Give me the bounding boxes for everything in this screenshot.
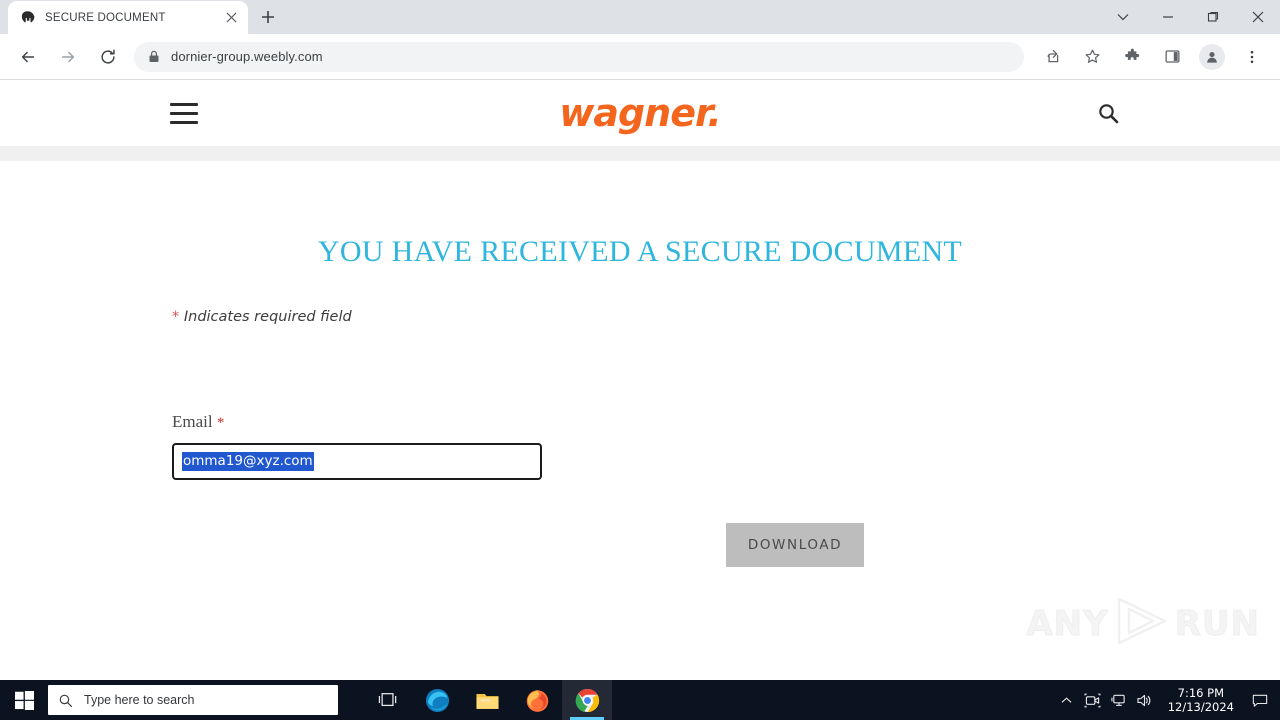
lock-icon: [148, 50, 160, 63]
browser-window: SECURE DOCUMENT dornier-group.weebly.com…: [0, 0, 1280, 680]
forward-button[interactable]: [53, 42, 83, 72]
edge-icon[interactable]: [412, 680, 462, 720]
profile-avatar-icon[interactable]: [1199, 43, 1225, 70]
search-icon: [59, 694, 73, 707]
address-bar[interactable]: dornier-group.weebly.com: [134, 41, 1024, 72]
windows-start-icon[interactable]: [0, 680, 48, 720]
site-header: wagner.: [0, 80, 1280, 146]
page-title: YOU HAVE RECEIVED A SECURE DOCUMENT: [317, 235, 963, 268]
watermark-left-text: ANY: [1026, 603, 1109, 644]
required-note-text: Indicates required field: [179, 309, 352, 325]
email-input-value: omma19@xyz.com: [182, 452, 314, 471]
tab-search-button[interactable]: [1100, 0, 1145, 34]
email-field-label: Email *: [172, 412, 1280, 432]
chevron-up-icon[interactable]: [1054, 680, 1080, 720]
clock-time: 7:16 PM: [1177, 686, 1225, 700]
clock-date: 12/13/2024: [1167, 700, 1234, 714]
minimize-button[interactable]: [1145, 0, 1190, 34]
window-controls: [1100, 0, 1280, 34]
site-subnav-bar: [0, 146, 1280, 161]
page-viewport: wagner. YOU HAVE RECEIVED A SECURE DOCUM…: [0, 80, 1280, 680]
browser-menu-button[interactable]: [1237, 42, 1267, 72]
tab-title: SECURE DOCUMENT: [45, 11, 166, 24]
weebly-w-icon: [19, 9, 36, 26]
watermark-right-text: RUN: [1174, 603, 1260, 644]
maximize-button[interactable]: [1190, 0, 1235, 34]
reload-button[interactable]: [93, 42, 123, 72]
search-icon[interactable]: [1096, 101, 1120, 125]
required-field-note: * Indicates required field: [172, 309, 1280, 325]
firefox-icon[interactable]: [512, 680, 562, 720]
taskbar-clock[interactable]: 7:16 PM 12/13/2024: [1158, 686, 1244, 714]
windows-taskbar: Type here to search 7:16 PM 12/13/2024: [0, 680, 1280, 720]
task-view-icon[interactable]: [364, 680, 412, 720]
browser-toolbar: dornier-group.weebly.com: [0, 34, 1280, 80]
url-text: dornier-group.weebly.com: [171, 49, 323, 64]
download-button[interactable]: DOWNLOAD: [726, 523, 864, 567]
file-explorer-icon[interactable]: [462, 680, 512, 720]
email-required-asterisk: *: [216, 415, 225, 431]
volume-icon[interactable]: [1132, 680, 1158, 720]
share-icon[interactable]: [1037, 42, 1067, 72]
site-logo[interactable]: wagner.: [0, 91, 1280, 135]
toolbar-actions: [1032, 42, 1272, 72]
system-tray: 7:16 PM 12/13/2024: [1054, 680, 1280, 720]
new-tab-button[interactable]: [254, 3, 282, 31]
taskbar-search-box[interactable]: Type here to search: [48, 685, 338, 715]
star-icon[interactable]: [1077, 42, 1107, 72]
download-button-row: DOWNLOAD: [172, 523, 1280, 567]
network-icon[interactable]: [1106, 680, 1132, 720]
email-label-text: Email: [172, 412, 213, 431]
browser-tab[interactable]: SECURE DOCUMENT: [8, 1, 248, 34]
secure-document-form: * Indicates required field Email * omma1…: [172, 309, 1280, 567]
tab-strip: SECURE DOCUMENT: [0, 0, 1280, 34]
close-icon[interactable]: [222, 9, 240, 27]
action-center-icon[interactable]: [1244, 680, 1276, 720]
back-button[interactable]: [13, 42, 43, 72]
camera-icon[interactable]: [1080, 680, 1106, 720]
anyrun-play-icon: [1113, 595, 1171, 652]
close-window-button[interactable]: [1235, 0, 1280, 34]
taskbar-app-list: [412, 680, 612, 720]
side-panel-icon[interactable]: [1157, 42, 1187, 72]
taskbar-search-placeholder: Type here to search: [84, 693, 195, 707]
puzzle-icon[interactable]: [1117, 42, 1147, 72]
email-input[interactable]: omma19@xyz.com: [172, 443, 542, 480]
chrome-icon[interactable]: [562, 680, 612, 720]
anyrun-watermark: ANY RUN: [1026, 595, 1260, 652]
page-content: YOU HAVE RECEIVED A SECURE DOCUMENT * In…: [0, 235, 1280, 567]
